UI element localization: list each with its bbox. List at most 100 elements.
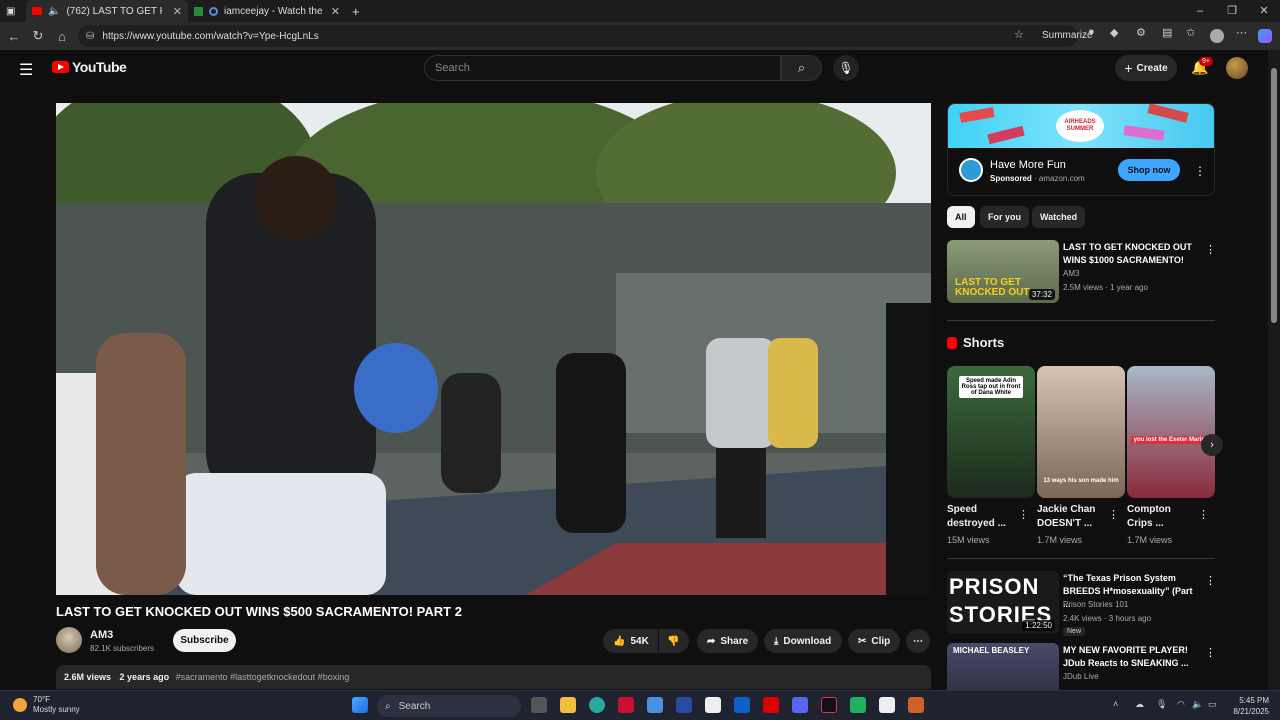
more-icon[interactable]: ⋮	[1205, 574, 1216, 587]
shorts-next-button[interactable]: ›	[1201, 434, 1223, 456]
chip-watched[interactable]: Watched	[1032, 206, 1086, 228]
notepad-icon[interactable]	[705, 697, 721, 713]
short-thumbnail[interactable]: 13 ways his son made him	[1037, 366, 1125, 498]
microphone-icon[interactable]: 🎙	[1156, 699, 1167, 710]
cloud-icon[interactable]: ☁	[1135, 699, 1144, 710]
channel-avatar[interactable]	[56, 627, 82, 653]
app-icon[interactable]	[647, 697, 663, 713]
edge-icon[interactable]	[589, 697, 605, 713]
extension-icon[interactable]: ◆	[1110, 26, 1118, 39]
shop-now-button[interactable]: Shop now	[1118, 159, 1180, 181]
volume-icon[interactable]: 🔈	[1192, 699, 1203, 710]
mcafee-icon[interactable]	[618, 697, 634, 713]
more-icon[interactable]: ⋮	[1198, 508, 1209, 521]
create-button[interactable]: + Create	[1115, 55, 1177, 81]
speaker-icon[interactable]: 🔈	[48, 6, 60, 17]
short-title[interactable]: Jackie Chan DOESN'T ...	[1037, 503, 1107, 531]
share-button[interactable]: ➦ Share	[697, 629, 758, 653]
system-clock[interactable]: 5:45 PM 8/21/2025	[1229, 695, 1269, 717]
new-tab-button[interactable]: +	[346, 0, 366, 22]
back-icon[interactable]: ←	[2, 29, 26, 44]
youtube-app-icon[interactable]	[763, 697, 779, 713]
document-icon[interactable]	[879, 697, 895, 713]
copilot-icon[interactable]	[1258, 29, 1272, 43]
app-icon[interactable]	[908, 697, 924, 713]
account-avatar[interactable]	[1226, 57, 1248, 79]
summarize-button[interactable]: Summarize	[1042, 25, 1093, 47]
start-icon[interactable]	[352, 697, 368, 713]
discord-icon[interactable]	[792, 697, 808, 713]
subscribe-button[interactable]: Subscribe	[173, 629, 236, 652]
recommended-title[interactable]: LAST TO GET KNOCKED OUT WINS $1000 SACRA…	[1063, 241, 1201, 267]
more-icon[interactable]: ⋮	[1205, 646, 1215, 659]
download-button[interactable]: ⤓ Download	[764, 629, 842, 653]
refresh-icon[interactable]: ↻	[26, 28, 50, 44]
like-button[interactable]: 👍 54K	[603, 629, 658, 653]
favorite-icon[interactable]: ☆	[1014, 28, 1024, 41]
app-icon[interactable]	[676, 697, 692, 713]
recommended-title[interactable]: MY NEW FAVORITE PLAYER! JDub Reacts to S…	[1063, 644, 1201, 670]
home-icon[interactable]: ⌂	[50, 29, 74, 44]
restore-icon[interactable]: ❐	[1216, 0, 1248, 22]
task-view-icon[interactable]	[531, 697, 547, 713]
close-tab-icon[interactable]: ✕	[173, 5, 182, 18]
short-title[interactable]: Speed destroyed ...	[947, 503, 1017, 531]
more-icon[interactable]: ⋮	[1108, 508, 1119, 521]
site-info-icon[interactable]: ⛁	[86, 31, 94, 42]
dislike-button[interactable]: 👎	[659, 629, 689, 653]
profile-icon[interactable]	[1210, 29, 1224, 43]
video-thumbnail[interactable]: LAST TO GET KNOCKED OUT 37:32	[947, 240, 1059, 303]
tiktok-icon[interactable]	[821, 697, 837, 713]
more-options-icon[interactable]: ⋯	[1236, 26, 1247, 39]
address-bar[interactable]: ⛁ https://www.youtube.com/watch?v=Ype-Hc…	[78, 25, 1093, 47]
close-window-icon[interactable]: ✕	[1248, 0, 1280, 22]
recommended-video[interactable]: PRISON STORIES 1:22:50 “The Texas Prison…	[947, 571, 1216, 635]
hashtags[interactable]: #sacramento #lasttogetknockedout #boxing	[176, 672, 350, 682]
sponsored-ad-card[interactable]: AIRHEADS SUMMER Have More Fun Sponsored …	[947, 103, 1215, 196]
menu-icon[interactable]: ☰	[19, 60, 33, 80]
channel-name[interactable]: AM3	[90, 629, 113, 641]
search-input[interactable]: Search	[424, 55, 781, 81]
extension-icon[interactable]: ●	[1088, 26, 1095, 38]
recommended-channel[interactable]: Prison Stories 101	[1063, 600, 1128, 609]
tab-actions-icon[interactable]: ▣	[0, 0, 26, 22]
description-box[interactable]: 2.6M views 2 years ago #sacramento #last…	[56, 665, 931, 689]
short-title[interactable]: Compton Crips ...	[1127, 503, 1197, 531]
video-thumbnail[interactable]: PRISON STORIES 1:22:50	[947, 571, 1059, 634]
scrollbar-thumb[interactable]	[1271, 68, 1277, 323]
chip-all[interactable]: All	[947, 206, 975, 228]
more-icon[interactable]: ⋮	[1018, 508, 1029, 521]
ad-banner[interactable]: AIRHEADS SUMMER	[948, 104, 1214, 148]
extensions-icon[interactable]: ⚙	[1136, 26, 1146, 39]
favorites-icon[interactable]: ✩	[1186, 26, 1195, 39]
more-actions-button[interactable]: ⋯	[906, 629, 930, 653]
video-thumbnail[interactable]: MICHAEL BEASLEY	[947, 643, 1059, 690]
minimize-icon[interactable]: –	[1184, 0, 1216, 22]
battery-icon[interactable]: ▭	[1208, 699, 1217, 710]
recommended-channel[interactable]: AM3	[1063, 269, 1079, 278]
outlook-icon[interactable]	[734, 697, 750, 713]
short-thumbnail[interactable]: you lost the Exeter Marine	[1127, 366, 1215, 498]
taskbar-search[interactable]: ⌕ Search	[377, 695, 521, 717]
wifi-icon[interactable]: ◠	[1177, 699, 1185, 710]
ad-more-icon[interactable]: ⋮	[1194, 164, 1206, 178]
file-explorer-icon[interactable]	[560, 697, 576, 713]
app-icon[interactable]	[850, 697, 866, 713]
ad-title[interactable]: Have More Fun	[990, 159, 1066, 171]
more-icon[interactable]: ⋮	[1205, 243, 1216, 256]
clip-button[interactable]: ✂ Clip	[848, 629, 900, 653]
chevron-up-icon[interactable]: ˄	[1113, 699, 1118, 709]
youtube-logo[interactable]: YouTube	[52, 59, 127, 75]
split-screen-icon[interactable]: ▤	[1162, 26, 1172, 39]
search-button[interactable]: ⌕	[781, 55, 822, 81]
weather-widget[interactable]: 70°F Mostly sunny	[13, 695, 80, 715]
advertiser-logo[interactable]	[959, 158, 983, 182]
close-tab-icon[interactable]: ✕	[331, 5, 340, 18]
recommended-video[interactable]: MICHAEL BEASLEY MY NEW FAVORITE PLAYER! …	[947, 643, 1215, 690]
recommended-video[interactable]: LAST TO GET KNOCKED OUT 37:32 LAST TO GE…	[947, 240, 1216, 304]
voice-search-button[interactable]: 🎙	[833, 55, 859, 81]
browser-tab[interactable]: iamceejay - Watch the VOD ✕	[188, 0, 346, 22]
video-player[interactable]	[56, 103, 931, 595]
recommended-channel[interactable]: JDub Live	[1063, 672, 1099, 681]
short-thumbnail[interactable]: Speed made Adin Ross tap out in front of…	[947, 366, 1035, 498]
